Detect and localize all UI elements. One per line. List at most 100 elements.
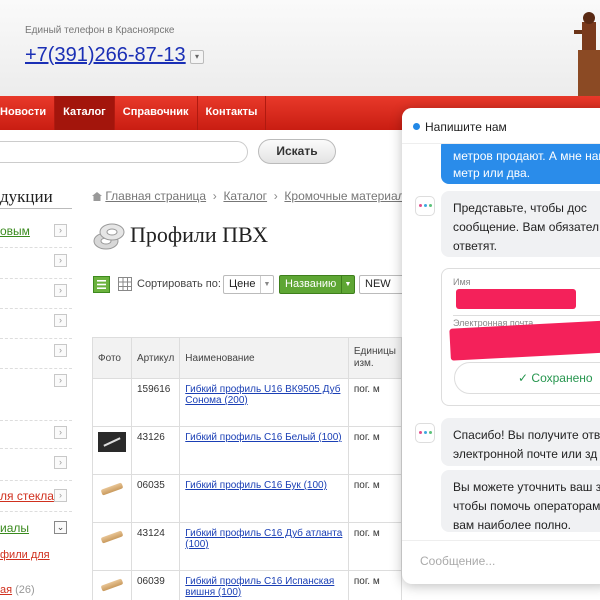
search-input[interactable] — [0, 141, 248, 163]
chat-widget: метров продают. А мне нам метр или два. … — [402, 108, 600, 584]
chevron-down-icon[interactable]: ▾ — [190, 50, 204, 64]
product-article: 06039 — [130, 570, 181, 600]
sidebar-item-expanded[interactable]: иалы ⌄ — [0, 521, 72, 537]
chevron-right-icon[interactable]: › — [54, 374, 67, 387]
sidebar-item[interactable]: › — [0, 284, 72, 300]
product-link[interactable]: Гибкий профиль С16 Испанская вишня (100) — [185, 576, 334, 598]
nav-item-catalog[interactable]: Каталог — [55, 96, 115, 130]
name-field-label: Имя — [453, 277, 471, 287]
breadcrumb-separator: › — [270, 189, 282, 203]
grid-view-icon[interactable] — [118, 277, 132, 291]
sort-option-label: Цене — [229, 278, 256, 290]
phone-caption: Единый телефон в Красноярске — [25, 25, 175, 36]
table-header-row: Фото Артикул Наименование Единицы изм. — [92, 337, 403, 379]
sidebar-subitem-label[interactable]: ая (26) — [0, 584, 35, 596]
name-field[interactable] — [456, 289, 576, 309]
online-status-icon — [413, 123, 420, 130]
list-view-icon[interactable] — [93, 276, 110, 293]
divider — [0, 368, 72, 369]
product-name-cell: Гибкий профиль С16 Дуб атланта (100) — [179, 522, 349, 571]
chat-header[interactable]: Напишите нам — [402, 108, 600, 144]
col-article: Артикул — [130, 337, 181, 379]
statue-icon — [574, 12, 600, 100]
chevron-right-icon[interactable]: › — [54, 314, 67, 327]
table-row[interactable]: 06039 Гибкий профиль С16 Испанская вишня… — [92, 570, 403, 600]
product-link[interactable]: Гибкий профиль U16 ВК9505 Дуб Сонома (20… — [185, 384, 340, 406]
chevron-right-icon[interactable]: › — [54, 426, 67, 439]
breadcrumb-link-edge-materials[interactable]: Кромочные материалы — [284, 189, 413, 203]
chevron-right-icon[interactable]: › — [54, 254, 67, 267]
chevron-down-icon: ▼ — [341, 276, 354, 293]
sort-by-price-button[interactable]: Цене ▼ — [223, 275, 274, 294]
sidebar-item[interactable]: овым › — [0, 224, 72, 240]
saved-button-label: Сохранено — [531, 371, 593, 385]
product-link[interactable]: Гибкий профиль С16 Дуб атланта (100) — [185, 528, 342, 550]
breadcrumb-link-home[interactable]: Главная страница — [105, 189, 206, 203]
breadcrumb-link-catalog[interactable]: Каталог — [223, 189, 267, 203]
sidebar-item-label[interactable]: овым — [0, 224, 30, 238]
chat-title: Напишите нам — [425, 120, 507, 134]
nav-item-news[interactable]: Новости — [0, 96, 56, 130]
products-table: Фото Артикул Наименование Единицы изм. 1… — [92, 337, 403, 600]
sidebar-item[interactable]: › — [0, 374, 72, 390]
divider — [0, 338, 72, 339]
divider — [0, 420, 72, 421]
sidebar-subitem[interactable]: ая (26) — [0, 584, 72, 600]
sidebar-subitem-label[interactable]: фили для — [0, 549, 50, 561]
nav-item-reference[interactable]: Справочник — [115, 96, 198, 130]
chevron-right-icon[interactable]: › — [54, 489, 67, 502]
product-article: 43126 — [130, 426, 181, 475]
search-button[interactable]: Искать — [258, 139, 336, 164]
saved-button[interactable]: ✓ Сохранено — [454, 362, 600, 394]
sidebar-item[interactable]: › — [0, 456, 72, 472]
product-link[interactable]: Гибкий профиль С16 Белый (100) — [185, 432, 341, 443]
table-row[interactable]: 43124 Гибкий профиль С16 Дуб атланта (10… — [92, 522, 403, 571]
divider — [0, 247, 72, 248]
sidebar-item[interactable]: › — [0, 426, 72, 442]
product-photo — [92, 474, 132, 523]
sort-option-label: NEW — [365, 278, 391, 290]
chevron-down-icon: ▼ — [260, 276, 273, 293]
chevron-right-icon[interactable]: › — [54, 284, 67, 297]
product-thumbnail[interactable] — [100, 482, 124, 496]
col-photo: Фото — [92, 337, 132, 379]
product-name-cell: Гибкий профиль С16 Испанская вишня (100) — [179, 570, 349, 600]
sidebar-item[interactable]: › — [0, 254, 72, 270]
product-article: 06035 — [130, 474, 181, 523]
divider — [0, 448, 72, 449]
message-input[interactable]: Сообщение... — [420, 554, 495, 568]
chevron-right-icon[interactable]: › — [54, 344, 67, 357]
product-thumbnail[interactable] — [98, 432, 126, 452]
sidebar-item-label[interactable]: иалы — [0, 521, 29, 535]
bot-message: Вы можете уточнить ваш з чтобы помочь оп… — [441, 470, 600, 532]
home-icon[interactable] — [92, 192, 102, 201]
bot-avatar-icon — [415, 423, 435, 443]
chevron-right-icon[interactable]: › — [54, 456, 67, 469]
sidebar-item-label[interactable]: ля стекла — [0, 489, 54, 503]
bot-message: Представьте, чтобы дос сообщение. Вам об… — [441, 191, 600, 257]
divider — [0, 278, 72, 279]
divider — [453, 315, 600, 316]
sidebar-title: дукции — [0, 187, 53, 206]
bot-message: Спасибо! Вы получите отв электронной поч… — [441, 418, 600, 466]
sidebar-item[interactable]: › — [0, 314, 72, 330]
sidebar-subitem[interactable]: фили для — [0, 549, 72, 565]
sort-label: Сортировать по: — [137, 278, 221, 290]
col-unit: Единицы изм. — [347, 337, 403, 379]
chevron-down-icon[interactable]: ⌄ — [54, 521, 67, 534]
product-unit: пог. м — [347, 426, 403, 475]
product-photo — [92, 378, 132, 427]
table-row[interactable]: 43126 Гибкий профиль С16 Белый (100) пог… — [92, 426, 403, 475]
chevron-right-icon[interactable]: › — [54, 224, 67, 237]
phone-number-link[interactable]: +7(391)266-87-13 — [25, 44, 186, 67]
nav-item-contacts[interactable]: Контакты — [198, 96, 267, 130]
breadcrumb-separator: › — [209, 189, 221, 203]
table-row[interactable]: 06035 Гибкий профиль С16 Бук (100) пог. … — [92, 474, 403, 523]
product-thumbnail[interactable] — [100, 578, 124, 592]
sidebar-item[interactable]: ля стекла › — [0, 489, 72, 505]
table-row[interactable]: 159616 Гибкий профиль U16 ВК9505 Дуб Сон… — [92, 378, 403, 427]
sort-by-name-button[interactable]: Названию ▼ — [279, 275, 355, 294]
product-link[interactable]: Гибкий профиль С16 Бук (100) — [185, 480, 327, 491]
product-thumbnail[interactable] — [100, 530, 124, 544]
sidebar-item[interactable]: › — [0, 344, 72, 360]
